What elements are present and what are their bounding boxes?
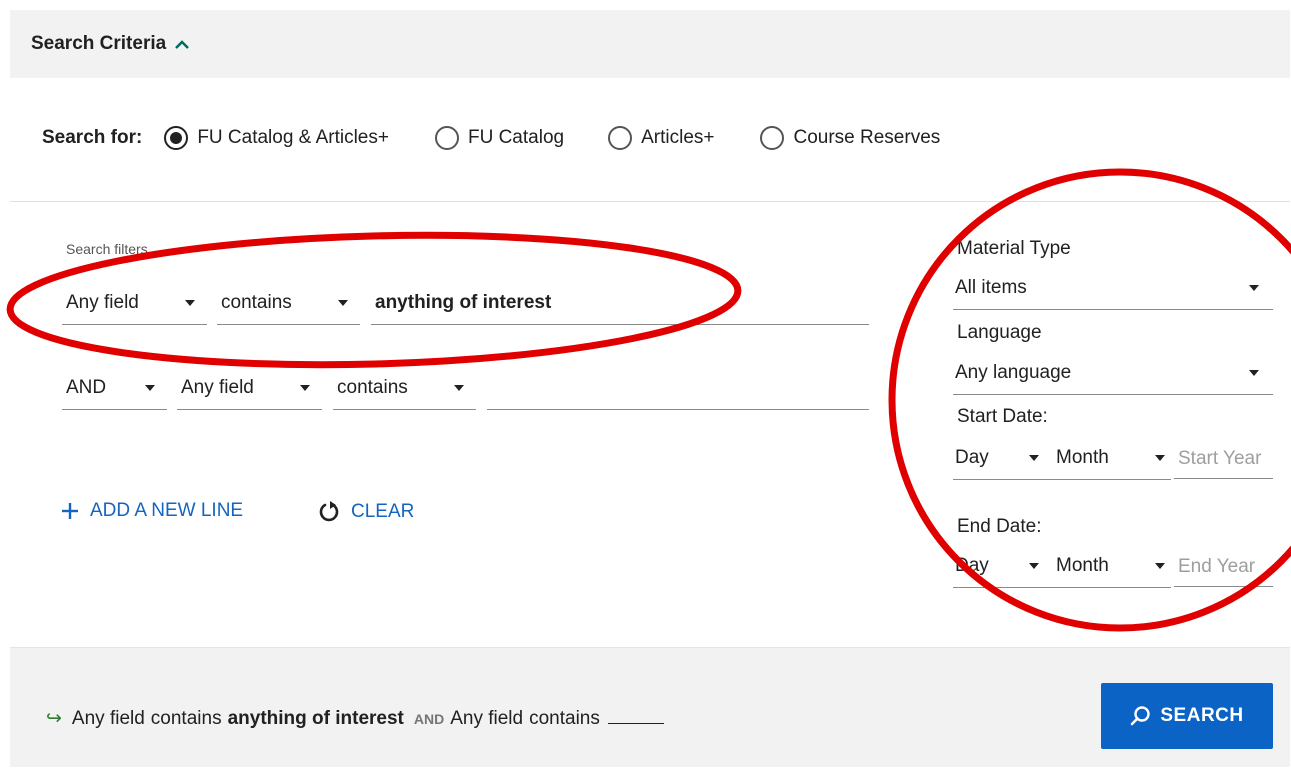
end-date-label: End Date: [957,516,1042,537]
chevron-up-icon[interactable] [172,35,192,55]
row1-operator-select[interactable]: contains [217,281,360,325]
summary-field-1: Any field [71,708,145,729]
dropdown-caret-icon [1155,563,1165,569]
radio-unchecked-icon[interactable] [760,126,785,150]
start-year-input[interactable] [1174,439,1273,479]
search-icon [1131,706,1151,726]
search-button-label: SEARCH [1160,705,1244,726]
row1-search-input[interactable] [371,281,869,325]
dropdown-caret-icon [300,385,310,391]
language-value: Any language [955,361,1072,383]
language-label: Language [957,322,1042,343]
dropdown-caret-icon [1029,455,1039,461]
row2-boolean-select[interactable]: AND [62,366,167,410]
start-day-select[interactable]: Day [953,436,1053,480]
search-button[interactable]: SEARCH [1101,683,1273,749]
plus-icon [62,503,78,519]
dropdown-caret-icon [1249,285,1259,291]
summary-operator-1: contains [150,708,222,729]
search-for-label: Search for: [42,127,143,148]
row1-operator-value: contains [221,291,292,313]
row1-field-value: Any field [66,291,139,313]
radio-course-reserves[interactable]: Course Reserves [760,126,940,150]
radio-fu-catalog[interactable]: FU Catalog [434,126,565,150]
summary-term-1: anything of interest [227,708,404,729]
summary-boolean: AND [413,711,445,727]
dropdown-caret-icon [1155,455,1165,461]
start-month-select[interactable]: Month [1053,436,1171,480]
row2-field-select[interactable]: Any field [177,366,322,410]
clear-label: CLEAR [351,501,415,522]
clear-button[interactable]: CLEAR [317,500,414,524]
radio-label: Course Reserves [793,127,941,148]
radio-fu-catalog-articles[interactable]: FU Catalog & Articles+ [164,126,389,150]
dropdown-caret-icon [1249,370,1259,376]
material-type-value: All items [955,276,1027,298]
radio-unchecked-icon[interactable] [608,126,633,150]
radio-label: FU Catalog & Articles+ [197,127,389,148]
dropdown-caret-icon [1029,563,1039,569]
end-day-value: Day [955,554,989,576]
search-filters-caption: Search filters [66,241,148,257]
row2-field-value: Any field [181,376,254,398]
dropdown-caret-icon [185,300,195,306]
end-year-input[interactable] [1174,547,1273,587]
query-summary: ↪ Any field contains anything of interes… [46,706,664,730]
end-month-value: Month [1056,554,1109,576]
end-month-select[interactable]: Month [1053,544,1171,588]
arrow-right-icon: ↪ [46,708,62,729]
row2-operator-select[interactable]: contains [333,366,476,410]
dropdown-caret-icon [338,300,348,306]
material-type-label: Material Type [957,238,1071,259]
dropdown-caret-icon [145,385,155,391]
row2-search-input[interactable] [487,366,869,410]
refresh-icon [319,501,339,522]
add-new-line-button[interactable]: ADD A NEW LINE [60,500,243,522]
radio-label: Articles+ [641,127,715,148]
row1-field-select[interactable]: Any field [62,281,207,325]
search-criteria-title: Search Criteria [31,33,167,54]
radio-articles[interactable]: Articles+ [608,126,714,150]
radio-checked-icon[interactable] [164,126,189,150]
row2-operator-value: contains [337,376,408,398]
language-select[interactable]: Any language [953,351,1273,395]
search-criteria-header[interactable]: Search Criteria [10,10,1290,78]
radio-unchecked-icon[interactable] [434,126,459,150]
summary-operator-2: contains [529,708,600,729]
end-day-select[interactable]: Day [953,544,1053,588]
add-new-line-label: ADD A NEW LINE [90,500,244,521]
section-divider [10,201,1290,202]
radio-label: FU Catalog [467,127,565,148]
start-day-value: Day [955,446,989,468]
row2-boolean-value: AND [66,376,107,398]
search-scope-group: Search for: FU Catalog & Articles+ FU Ca… [42,118,970,158]
summary-empty-term [607,706,664,724]
summary-field-2: Any field [450,708,524,729]
dropdown-caret-icon [454,385,464,391]
start-month-value: Month [1056,446,1109,468]
start-date-label: Start Date: [957,406,1048,427]
material-type-select[interactable]: All items [953,266,1273,310]
